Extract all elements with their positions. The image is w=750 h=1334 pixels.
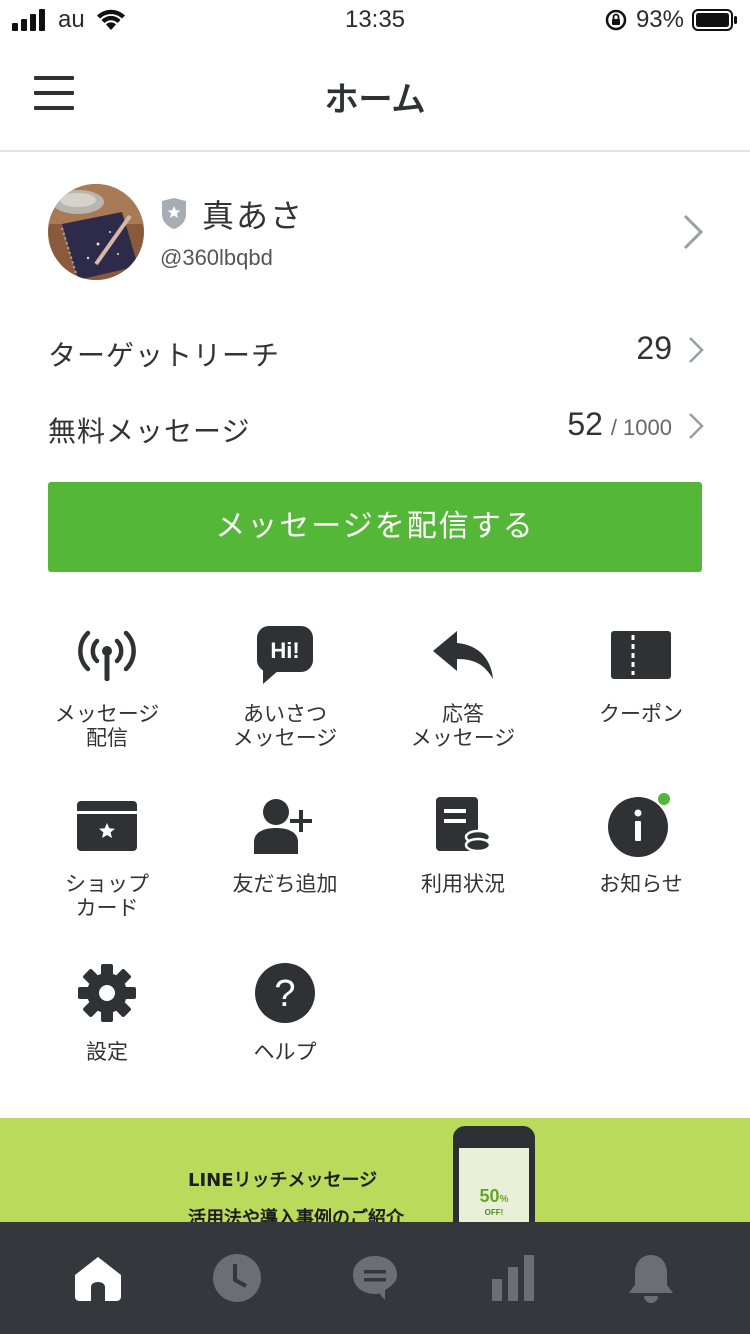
banner-sale-number: 50 — [479, 1186, 500, 1206]
menu-item-broadcast[interactable]: メッセージ 配信 — [18, 620, 196, 750]
account-profile[interactable]: 真あさ @360lbqbd — [0, 153, 750, 303]
page-title: ホーム — [324, 80, 426, 120]
status-right: 93% — [604, 6, 738, 34]
menu-item-label: ショップ カード — [65, 872, 149, 920]
account-name: 真あさ — [202, 197, 305, 235]
account-name-row: 真あさ — [160, 191, 304, 237]
status-bar: au 13:35 93% — [0, 0, 750, 40]
home-icon — [75, 1257, 121, 1301]
free-messages-value-wrap: 52 / 1000 — [567, 406, 672, 443]
menu-item-label: メッセージ 配信 — [54, 702, 160, 750]
menu-item-help[interactable]: ? ヘルプ — [196, 958, 374, 1064]
promo-banner[interactable]: LINEリッチメッセージ 活用法や導入事例のご紹介 50% OFF! — [0, 1118, 750, 1222]
menu-item-label: ヘルプ — [253, 1040, 317, 1064]
target-reach-value: 29 — [636, 330, 672, 366]
bell-icon — [629, 1255, 673, 1303]
add-friend-icon — [196, 790, 374, 860]
free-messages-total: 1000 — [623, 415, 672, 440]
phone-illustration: 50% OFF! — [453, 1126, 535, 1222]
menu-item-label: 設定 — [86, 1040, 128, 1064]
menu-item-settings[interactable]: 設定 — [18, 958, 196, 1064]
shop-card-icon — [18, 790, 196, 860]
tab-chat[interactable] — [345, 1248, 405, 1308]
banner-line2: 活用法や導入事例のご紹介 — [188, 1208, 404, 1222]
chat-icon — [353, 1256, 397, 1300]
target-reach-value-wrap: 29 — [636, 330, 672, 367]
send-message-button[interactable]: メッセージを配信する — [48, 482, 702, 572]
phone-screen: 50% OFF! — [459, 1148, 529, 1222]
target-reach-label: ターゲットリーチ — [48, 339, 281, 372]
menu-item-label: あいさつ メッセージ — [232, 702, 338, 750]
chevron-right-icon — [683, 214, 704, 250]
nav-header: ホーム — [0, 40, 750, 152]
notification-dot — [658, 793, 670, 805]
menu-item-label: 応答 メッセージ — [410, 702, 516, 750]
help-icon: ? — [196, 958, 374, 1028]
menu-item-usage[interactable]: 利用状況 — [374, 790, 552, 896]
target-reach-row[interactable]: ターゲットリーチ 29 — [48, 320, 704, 380]
free-messages-row[interactable]: 無料メッセージ 52 / 1000 — [48, 396, 704, 456]
shield-icon — [162, 198, 186, 229]
menu-item-add-friend[interactable]: 友だち追加 — [196, 790, 374, 896]
gear-icon — [18, 958, 196, 1028]
banner-sale-unit: % — [499, 1194, 509, 1205]
tab-history[interactable] — [207, 1248, 267, 1308]
tab-stats[interactable] — [483, 1248, 543, 1308]
tab-notifications[interactable] — [621, 1248, 681, 1308]
rotation-lock-icon — [605, 9, 627, 31]
usage-icon — [374, 790, 552, 860]
broadcast-icon — [18, 620, 196, 690]
free-messages-label: 無料メッセージ — [48, 415, 251, 448]
menu-item-greeting[interactable]: Hi! あいさつ メッセージ — [196, 620, 374, 750]
menu-item-notice[interactable]: お知らせ — [552, 790, 730, 896]
chevron-right-icon — [689, 413, 704, 439]
svg-text:Hi!: Hi! — [270, 638, 299, 663]
battery-icon — [692, 9, 737, 31]
info-icon — [552, 790, 730, 860]
free-messages-separator: / — [610, 415, 618, 440]
menu-item-shop-card[interactable]: ショップ カード — [18, 790, 196, 920]
coupon-icon — [552, 620, 730, 690]
menu-item-label: クーポン — [599, 702, 683, 726]
menu-item-label: 利用状況 — [421, 872, 505, 896]
avatar — [48, 184, 144, 280]
menu-item-label: 友だち追加 — [232, 872, 338, 896]
account-id: @360lbqbd — [160, 245, 273, 270]
battery-percent: 93% — [635, 6, 684, 33]
tab-home[interactable] — [68, 1248, 128, 1308]
svg-text:?: ? — [274, 973, 295, 1015]
reply-icon — [374, 620, 552, 690]
menu-item-coupon[interactable]: クーポン — [552, 620, 730, 726]
menu-item-label: お知らせ — [599, 872, 683, 896]
banner-line1: LINEリッチメッセージ — [188, 1170, 378, 1191]
free-messages-value: 52 — [567, 406, 603, 442]
hi-bubble-icon: Hi! — [196, 620, 374, 690]
stats-icon — [492, 1255, 534, 1301]
menu-item-reply[interactable]: 応答 メッセージ — [374, 620, 552, 750]
tab-bar — [0, 1222, 750, 1334]
banner-sale-off: OFF! — [484, 1208, 504, 1217]
banner-sale-value: 50% — [465, 1186, 523, 1207]
chevron-right-icon — [689, 337, 704, 363]
clock-icon — [213, 1254, 261, 1302]
